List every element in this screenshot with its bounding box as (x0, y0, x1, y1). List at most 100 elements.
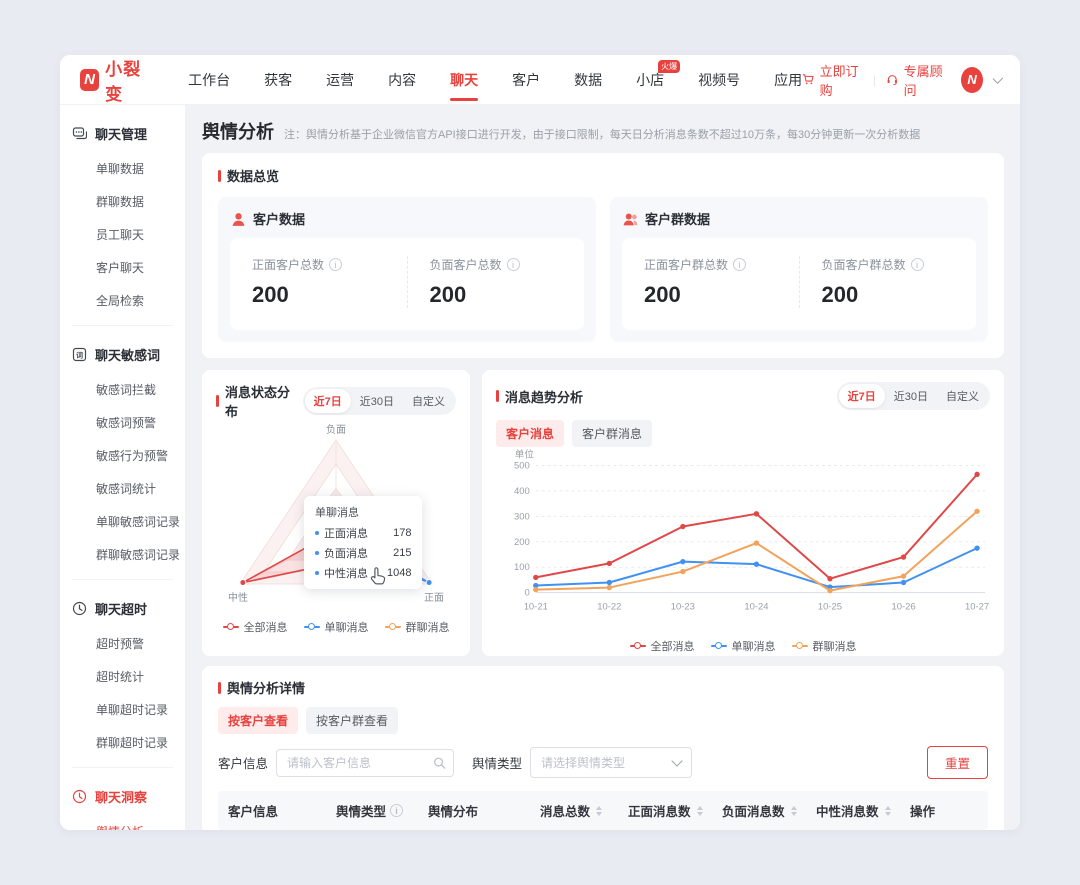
stat-label-text: 负面客户群总数 (822, 256, 906, 273)
column-header-正面消息数[interactable]: 正面消息数 (618, 791, 712, 830)
sidebar-item-group-word-log[interactable]: 群聊敏感词记录 (60, 538, 185, 571)
range-tab-近7日[interactable]: 近7日 (839, 384, 885, 408)
advisor-button[interactable]: 专属顾问 (886, 61, 947, 99)
details-section-title: 舆情分析详情 (218, 678, 988, 697)
sidebar-item-timeout-stats[interactable]: 超时统计 (60, 660, 185, 693)
sidebar-section-label: 聊天管理 (95, 124, 147, 143)
order-now-button[interactable]: 立即订购 (802, 61, 863, 99)
details-title-text: 舆情分析详情 (227, 678, 305, 697)
distribution-section-title: 消息状态分布 (216, 382, 303, 420)
column-label: 客户信息 (228, 801, 278, 820)
sidebar-item-sentiment-analysis[interactable]: 舆情分析 (60, 815, 185, 830)
sidebar-item-word-stats[interactable]: 敏感词统计 (60, 472, 185, 505)
column-header-负面消息数[interactable]: 负面消息数 (712, 791, 806, 830)
stat-label: 负面客户群总数 i (822, 256, 955, 273)
svg-text:0: 0 (525, 588, 530, 599)
nav-item-workbench[interactable]: 工作台 (188, 55, 230, 105)
nav-item-data[interactable]: 数据 (574, 55, 602, 105)
nav-item-video-channel[interactable]: 视频号 (698, 55, 740, 105)
headset-icon (886, 72, 899, 87)
nav-item-chat[interactable]: 聊天 (450, 55, 478, 105)
tooltip-row: 正面消息178 (315, 525, 411, 541)
nav-item-customer[interactable]: 客户 (512, 55, 540, 105)
sentiment-type-select[interactable]: 请选择舆情类型 (530, 747, 692, 778)
user-avatar[interactable]: N (961, 67, 983, 93)
info-icon[interactable]: i (507, 258, 520, 271)
sort-icon (697, 806, 703, 816)
title-accent-bar (216, 395, 219, 407)
legend-item-全部消息[interactable]: 全部消息 (630, 638, 695, 654)
sidebar-item-single-chat-data[interactable]: 单聊数据 (60, 152, 185, 185)
details-table: 客户信息舆情类型i舆情分布消息总数正面消息数负面消息数中性消息数操作 客户1正面… (218, 791, 988, 830)
sidebar-divider (72, 579, 173, 580)
sidebar-item-global-search[interactable]: 全局检索 (60, 284, 185, 317)
legend-item-单聊消息[interactable]: 单聊消息 (711, 638, 776, 654)
info-icon[interactable]: i (390, 804, 403, 817)
stat-value: 200 (252, 282, 385, 308)
sidebar-item-single-word-log[interactable]: 单聊敏感词记录 (60, 505, 185, 538)
column-header-中性消息数[interactable]: 中性消息数 (806, 791, 900, 830)
sidebar-item-group-chat-data[interactable]: 群聊数据 (60, 185, 185, 218)
info-icon[interactable]: i (733, 258, 746, 271)
sidebar-section-chat-timeout[interactable]: 聊天超时 (60, 588, 185, 627)
sidebar-section-chat-insight[interactable]: 聊天洞察 (60, 776, 185, 815)
svg-text:10-24: 10-24 (744, 602, 768, 613)
info-icon[interactable]: i (911, 258, 924, 271)
legend-label: 群聊消息 (813, 638, 857, 654)
title-accent-bar (218, 170, 221, 182)
stat-value: 200 (644, 282, 777, 308)
range-tab-近7日[interactable]: 近7日 (305, 389, 351, 413)
nav-item-content[interactable]: 内容 (388, 55, 416, 105)
radar-chart-area: 负面正面中性 单聊消息 正面消息178负面消息215中性消息1048 (216, 424, 456, 617)
svg-text:正面: 正面 (424, 593, 444, 604)
nav-item-operation[interactable]: 运营 (326, 55, 354, 105)
reset-button[interactable]: 重置 (927, 746, 988, 779)
sidebar: 聊天管理单聊数据群聊数据员工聊天客户聊天全局检索词聊天敏感词敏感词拦截敏感词预警… (60, 105, 186, 830)
legend-item-单聊消息[interactable]: 单聊消息 (304, 619, 369, 635)
trend-source-tabs: 客户消息客户群消息 (496, 420, 990, 447)
legend-item-群聊消息[interactable]: 群聊消息 (385, 619, 450, 635)
title-accent-bar (496, 390, 499, 402)
nav-item-apps[interactable]: 应用 (774, 55, 802, 105)
legend-marker (304, 623, 320, 631)
stat-label: 正面客户群总数i (644, 256, 777, 273)
order-now-label: 立即订购 (820, 61, 863, 99)
chat-icon (72, 126, 87, 141)
legend-marker (792, 642, 808, 650)
nav-item-shop[interactable]: 小店火爆 (636, 55, 664, 105)
trend-range-tabs: 近7日近30日自定义 (837, 382, 990, 410)
legend-item-群聊消息[interactable]: 群聊消息 (792, 638, 857, 654)
svg-text:200: 200 (514, 537, 530, 548)
sort-icon (791, 806, 797, 816)
sidebar-item-word-block[interactable]: 敏感词拦截 (60, 373, 185, 406)
column-header-消息总数[interactable]: 消息总数 (530, 791, 618, 830)
sidebar-item-group-timeout-log[interactable]: 群聊超时记录 (60, 726, 185, 759)
tooltip-label: 负面消息 (324, 545, 368, 561)
brand-logo[interactable]: N 小裂变 (80, 55, 152, 105)
sidebar-section-sensitive-words[interactable]: 词聊天敏感词 (60, 334, 185, 373)
tab-客户群消息[interactable]: 客户群消息 (572, 420, 652, 447)
column-header-舆情类型: 舆情类型i (326, 791, 418, 830)
overview-group-title-text: 客户数据 (253, 209, 305, 228)
sidebar-item-staff-chat[interactable]: 员工聊天 (60, 218, 185, 251)
range-tab-近30日[interactable]: 近30日 (351, 389, 403, 413)
chevron-down-icon[interactable] (993, 73, 1004, 84)
info-icon[interactable]: i (329, 258, 342, 271)
sidebar-section-chat-management[interactable]: 聊天管理 (60, 113, 185, 152)
tab-客户消息[interactable]: 客户消息 (496, 420, 564, 447)
customer-search-input[interactable] (276, 749, 454, 777)
sidebar-item-single-timeout-log[interactable]: 单聊超时记录 (60, 693, 185, 726)
range-tab-自定义[interactable]: 自定义 (403, 389, 454, 413)
overview-group-customer: 客户数据正面客户总数i200负面客户总数i200 (218, 197, 596, 342)
sidebar-item-behavior-alert[interactable]: 敏感行为预警 (60, 439, 185, 472)
sidebar-item-customer-chat[interactable]: 客户聊天 (60, 251, 185, 284)
tab-按客户查看[interactable]: 按客户查看 (218, 707, 298, 734)
sidebar-item-word-alert[interactable]: 敏感词预警 (60, 406, 185, 439)
range-tab-近30日[interactable]: 近30日 (885, 384, 937, 408)
svg-text:10-23: 10-23 (671, 602, 695, 613)
nav-item-acquisition[interactable]: 获客 (264, 55, 292, 105)
range-tab-自定义[interactable]: 自定义 (937, 384, 988, 408)
legend-item-全部消息[interactable]: 全部消息 (223, 619, 288, 635)
tab-按客户群查看[interactable]: 按客户群查看 (306, 707, 398, 734)
sidebar-item-timeout-alert[interactable]: 超时预警 (60, 627, 185, 660)
